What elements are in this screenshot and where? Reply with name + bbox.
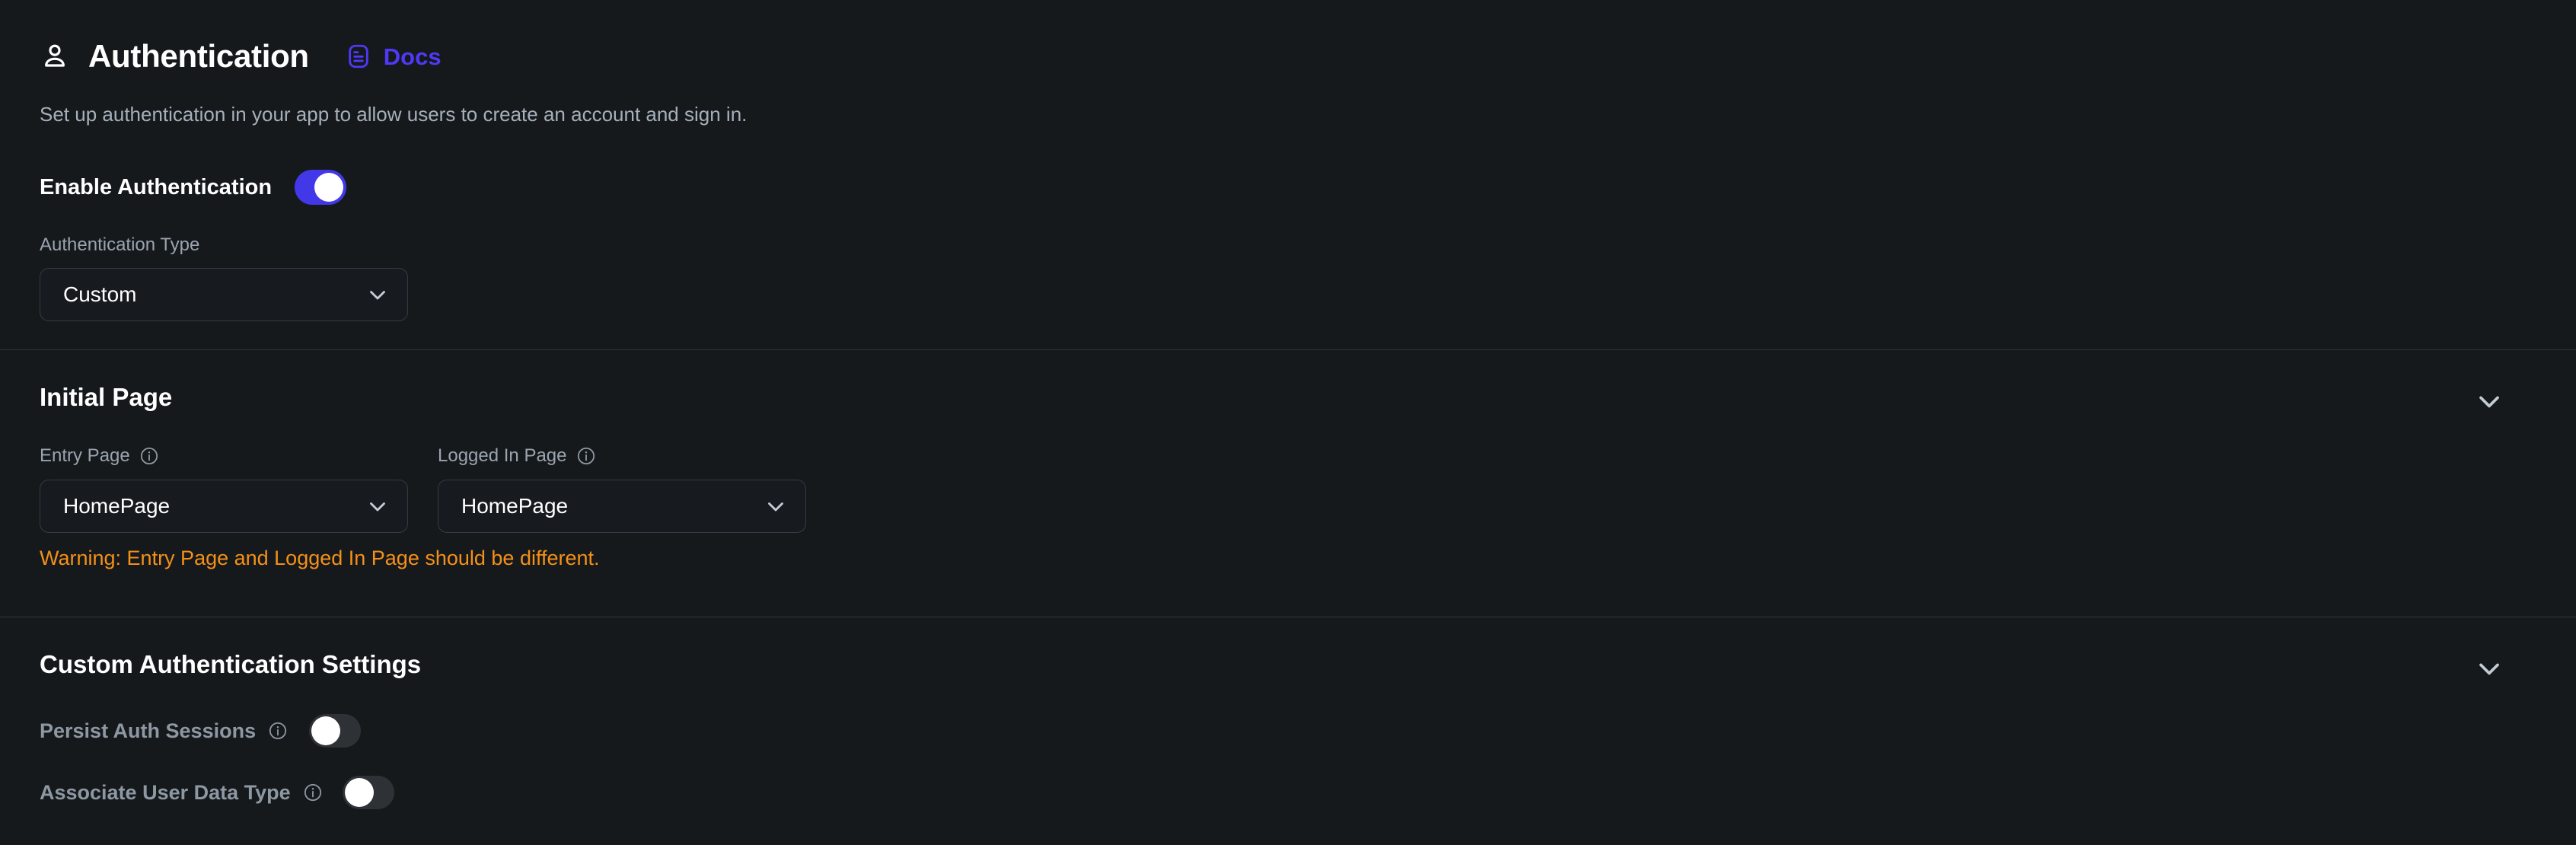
chevron-down-icon <box>365 282 391 308</box>
page-title: Authentication <box>88 38 309 74</box>
info-icon[interactable] <box>139 446 159 466</box>
enable-authentication-toggle[interactable] <box>295 170 347 205</box>
docs-label: Docs <box>383 43 442 70</box>
entry-page-field: Entry Page HomePage <box>40 446 408 533</box>
entry-page-label: Entry Page <box>40 446 408 466</box>
associate-user-data-type-label: Associate User Data Type <box>40 780 291 804</box>
custom-authentication-settings-heading: Custom Authentication Settings <box>40 650 422 678</box>
authentication-type-label-text: Authentication Type <box>40 234 200 255</box>
toggle-knob <box>314 173 344 202</box>
initial-page-collapse-toggle[interactable] <box>2472 384 2506 418</box>
entry-page-select[interactable]: HomePage <box>40 480 408 533</box>
persist-auth-sessions-row: Persist Auth Sessions <box>40 712 362 750</box>
associate-user-data-type-toggle[interactable] <box>342 776 394 809</box>
logged-in-page-select[interactable]: HomePage <box>438 480 806 533</box>
custom-authentication-settings-collapse-toggle[interactable] <box>2472 652 2506 685</box>
chevron-down-icon <box>365 493 391 519</box>
page-mismatch-warning: Warning: Entry Page and Logged In Page s… <box>40 547 600 569</box>
docs-link[interactable]: Docs <box>346 43 442 69</box>
person-icon <box>40 41 70 72</box>
chevron-down-icon <box>2472 384 2506 418</box>
entry-page-value: HomePage <box>63 494 171 518</box>
enable-authentication-row: Enable Authentication <box>40 167 347 207</box>
entry-page-label-text: Entry Page <box>40 445 130 466</box>
initial-page-heading: Initial Page <box>40 383 173 411</box>
logged-in-page-label-text: Logged In Page <box>438 445 567 466</box>
page-header: Authentication Docs <box>40 37 442 76</box>
authentication-type-label: Authentication Type <box>40 236 408 254</box>
divider-initial-page <box>0 349 2576 350</box>
persist-auth-sessions-toggle[interactable] <box>309 714 362 748</box>
toggle-knob <box>344 778 374 807</box>
chevron-down-icon <box>763 493 789 519</box>
chevron-down-icon <box>2472 652 2506 685</box>
authentication-type-value: Custom <box>63 282 137 306</box>
authentication-type-field: Authentication Type Custom <box>40 236 408 321</box>
logged-in-page-label: Logged In Page <box>438 446 806 466</box>
authentication-type-select[interactable]: Custom <box>40 268 408 321</box>
info-icon[interactable] <box>291 783 323 802</box>
persist-auth-sessions-label: Persist Auth Sessions <box>40 719 257 742</box>
info-icon[interactable] <box>256 721 288 741</box>
document-icon <box>346 43 371 69</box>
logged-in-page-field: Logged In Page HomePage <box>438 446 806 533</box>
authentication-settings-page: Authentication Docs Set up authenticatio… <box>0 0 2576 845</box>
logged-in-page-value: HomePage <box>461 494 569 518</box>
enable-authentication-label: Enable Authentication <box>40 174 273 199</box>
toggle-knob <box>311 716 341 745</box>
associate-user-data-type-row: Associate User Data Type <box>40 773 394 812</box>
page-subtitle: Set up authentication in your app to all… <box>40 103 748 126</box>
info-icon[interactable] <box>576 446 596 466</box>
